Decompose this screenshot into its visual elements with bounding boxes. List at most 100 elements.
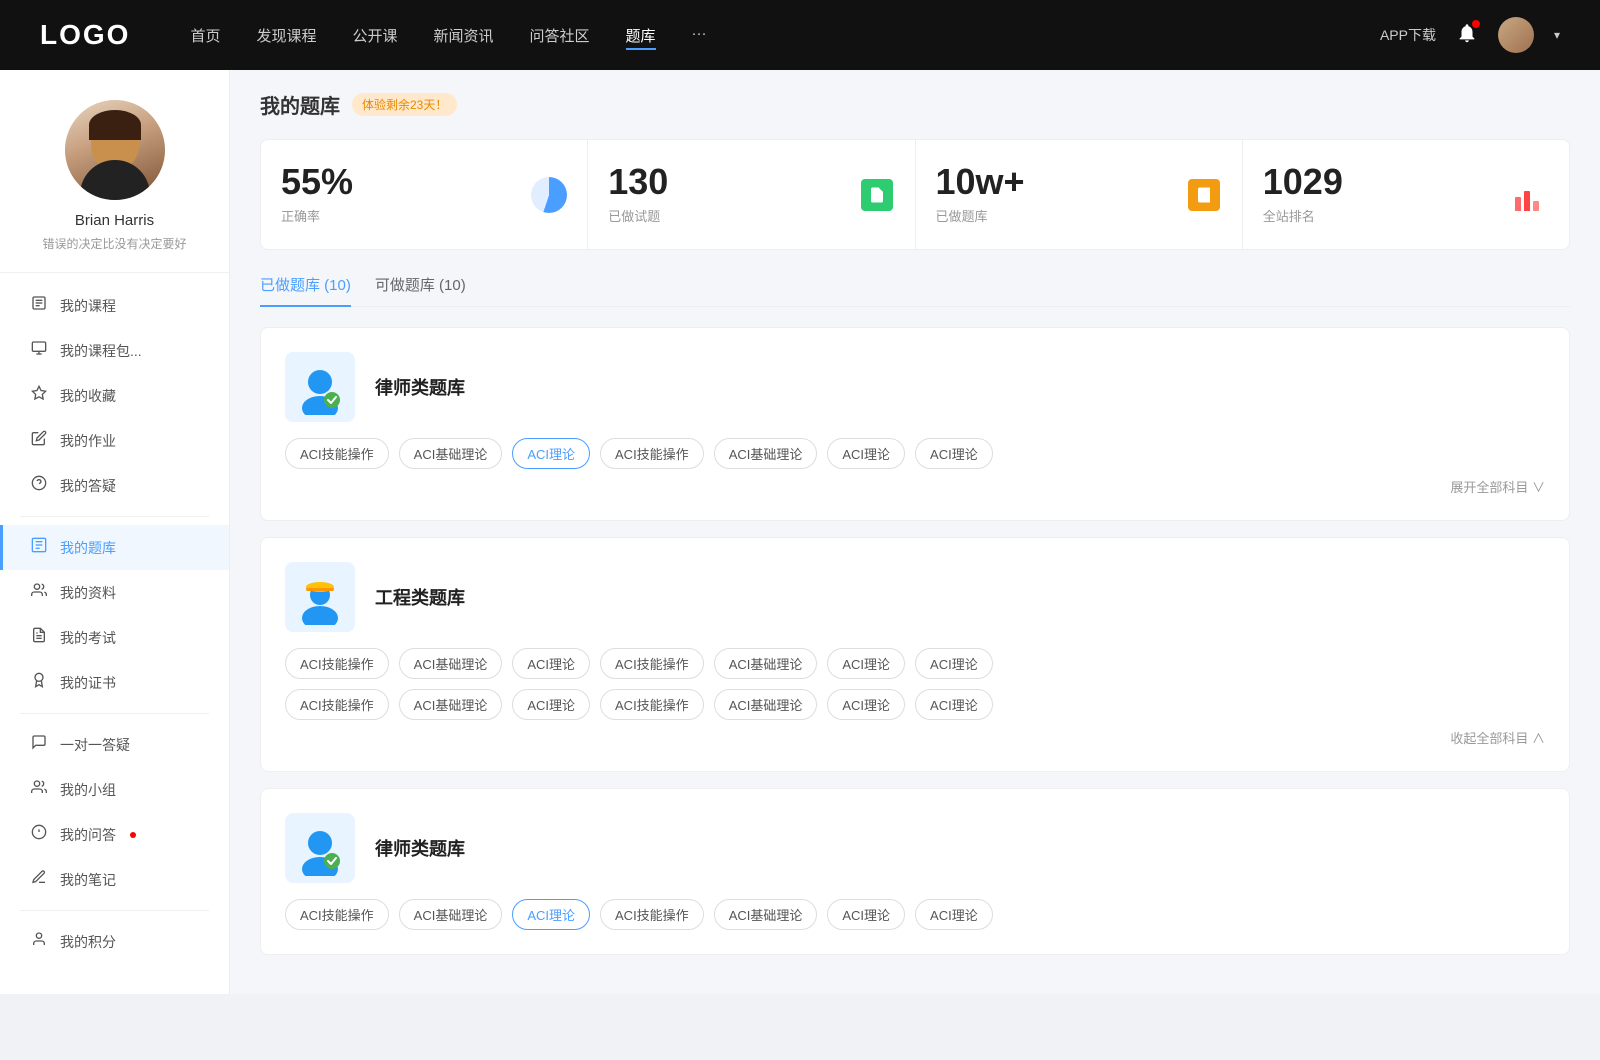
sidebar-item-my-qa[interactable]: 我的答疑: [0, 463, 229, 508]
profile-icon: [30, 582, 48, 603]
nav-discover[interactable]: 发现课程: [256, 21, 316, 50]
tag[interactable]: ACI技能操作: [285, 438, 389, 469]
stat-accuracy-icon: [531, 177, 567, 213]
sidebar-label: 我的答疑: [60, 476, 116, 496]
stat-accuracy: 55% 正确率: [261, 140, 587, 249]
sidebar-item-my-quizbank[interactable]: 我的题库: [0, 525, 229, 570]
page-title: 我的题库: [260, 90, 340, 119]
stat-done-questions-text: 130 已做试题: [608, 164, 842, 225]
nav-news[interactable]: 新闻资讯: [434, 21, 494, 50]
sidebar-item-my-notes[interactable]: 我的笔记: [0, 857, 229, 902]
tag[interactable]: ACI理论: [512, 648, 590, 679]
quiz-card-lawyer-2: 律师类题库 ACI技能操作 ACI基础理论 ACI理论 ACI技能操作 ACI基…: [260, 788, 1570, 955]
notification-dot: [1472, 20, 1480, 28]
chat-icon: [30, 734, 48, 755]
sidebar-item-my-package[interactable]: 我的课程包...: [0, 328, 229, 373]
tag[interactable]: ACI基础理论: [714, 648, 818, 679]
tag[interactable]: ACI技能操作: [600, 648, 704, 679]
sidebar-label: 我的课程: [60, 296, 116, 316]
stat-done-banks-label: 已做题库: [936, 206, 1170, 225]
nav-open-course[interactable]: 公开课: [352, 21, 397, 50]
tag[interactable]: ACI技能操作: [600, 899, 704, 930]
sidebar-item-my-exam[interactable]: 我的考试: [0, 615, 229, 660]
page-body: Brian Harris 错误的决定比没有决定要好 我的课程 我的课程包...: [0, 70, 1600, 994]
tag[interactable]: ACI技能操作: [600, 438, 704, 469]
tags-row-3: ACI技能操作 ACI基础理论 ACI理论 ACI技能操作 ACI基础理论 AC…: [285, 899, 1545, 930]
sidebar-label: 我的作业: [60, 431, 116, 451]
stat-done-banks-number: 10w+: [936, 164, 1170, 200]
answer-notification-dot: [130, 832, 136, 838]
stat-done-banks-icon: [1186, 177, 1222, 213]
stat-done-questions-number: 130: [608, 164, 842, 200]
tabs-bar: 已做题库 (10) 可做题库 (10): [260, 274, 1570, 307]
tab-available-banks[interactable]: 可做题库 (10): [375, 274, 466, 307]
user-avatar-nav[interactable]: [1498, 17, 1534, 53]
tag[interactable]: ACI理论: [915, 689, 993, 720]
sidebar-label: 我的问答: [60, 825, 116, 845]
tag[interactable]: ACI理论: [512, 689, 590, 720]
trial-badge: 体验剩余23天！: [352, 93, 457, 116]
sidebar-label: 我的笔记: [60, 870, 116, 890]
sidebar-item-one-on-one[interactable]: 一对一答疑: [0, 722, 229, 767]
tag[interactable]: ACI技能操作: [285, 689, 389, 720]
quiz-card-engineer: 工程类题库 ACI技能操作 ACI基础理论 ACI理论 ACI技能操作 ACI基…: [260, 537, 1570, 772]
tag[interactable]: ACI理论: [915, 438, 993, 469]
sidebar-item-my-course[interactable]: 我的课程: [0, 283, 229, 328]
quiz-card-lawyer-icon: [285, 352, 355, 422]
tag[interactable]: ACI理论: [827, 689, 905, 720]
expand-link-1[interactable]: 展开全部科目 ∨: [285, 477, 1545, 496]
tag[interactable]: ACI技能操作: [285, 899, 389, 930]
tab-done-banks[interactable]: 已做题库 (10): [260, 274, 351, 307]
tag[interactable]: ACI理论: [827, 899, 905, 930]
tag[interactable]: ACI理论: [915, 899, 993, 930]
tag[interactable]: ACI基础理论: [399, 438, 503, 469]
tag[interactable]: ACI基础理论: [714, 438, 818, 469]
quizbank-icon: [30, 537, 48, 558]
stat-accuracy-label: 正确率: [281, 206, 515, 225]
stat-ranking: 1029 全站排名: [1243, 140, 1569, 249]
tag[interactable]: ACI理论: [827, 648, 905, 679]
tag[interactable]: ACI理论: [915, 648, 993, 679]
quiz-card-title-3: 律师类题库: [375, 835, 465, 861]
tag[interactable]: ACI基础理论: [714, 899, 818, 930]
page-title-bar: 我的题库 体验剩余23天！: [260, 90, 1570, 119]
nav-menu: 首页 发现课程 公开课 新闻资讯 问答社区 题库 ···: [190, 21, 1380, 50]
main-content: 我的题库 体验剩余23天！ 55% 正确率 130 已做试题: [230, 70, 1600, 994]
sidebar-item-my-cert[interactable]: 我的证书: [0, 660, 229, 705]
sidebar-item-my-homework[interactable]: 我的作业: [0, 418, 229, 463]
app-download-button[interactable]: APP下载: [1380, 25, 1436, 45]
stats-row: 55% 正确率 130 已做试题: [260, 139, 1570, 250]
profile-section: Brian Harris 错误的决定比没有决定要好: [0, 100, 229, 273]
book-orange-icon: [1188, 179, 1220, 211]
homework-icon: [30, 430, 48, 451]
nav-qa[interactable]: 问答社区: [530, 21, 590, 50]
stat-accuracy-number: 55%: [281, 164, 515, 200]
sidebar-item-my-answers[interactable]: 我的问答: [0, 812, 229, 857]
sidebar-item-my-points[interactable]: 我的积分: [0, 919, 229, 964]
tag-active-3[interactable]: ACI理论: [512, 899, 590, 930]
nav-home[interactable]: 首页: [190, 21, 220, 50]
tag[interactable]: ACI基础理论: [399, 689, 503, 720]
sidebar-item-my-favorites[interactable]: 我的收藏: [0, 373, 229, 418]
tag[interactable]: ACI基础理论: [714, 689, 818, 720]
tag[interactable]: ACI理论: [827, 438, 905, 469]
quiz-card-engineer-icon: [285, 562, 355, 632]
tag[interactable]: ACI技能操作: [285, 648, 389, 679]
sidebar-item-my-profile[interactable]: 我的资料: [0, 570, 229, 615]
nav-quiz[interactable]: 题库: [626, 21, 656, 50]
logo: LOGO: [40, 19, 130, 51]
sidebar-item-my-group[interactable]: 我的小组: [0, 767, 229, 812]
notification-bell[interactable]: [1456, 22, 1478, 49]
tag-active[interactable]: ACI理论: [512, 438, 590, 469]
tag[interactable]: ACI技能操作: [600, 689, 704, 720]
user-menu-chevron[interactable]: ▾: [1554, 28, 1560, 42]
stat-done-banks: 10w+ 已做题库: [916, 140, 1242, 249]
collapse-link[interactable]: 收起全部科目 ∧: [285, 728, 1545, 747]
nav-more[interactable]: ···: [692, 21, 707, 50]
star-icon: [30, 385, 48, 406]
course-icon: [30, 295, 48, 316]
sidebar-divider-2: [20, 713, 209, 714]
tag[interactable]: ACI基础理论: [399, 648, 503, 679]
sidebar-label: 我的题库: [60, 538, 116, 558]
tag[interactable]: ACI基础理论: [399, 899, 503, 930]
